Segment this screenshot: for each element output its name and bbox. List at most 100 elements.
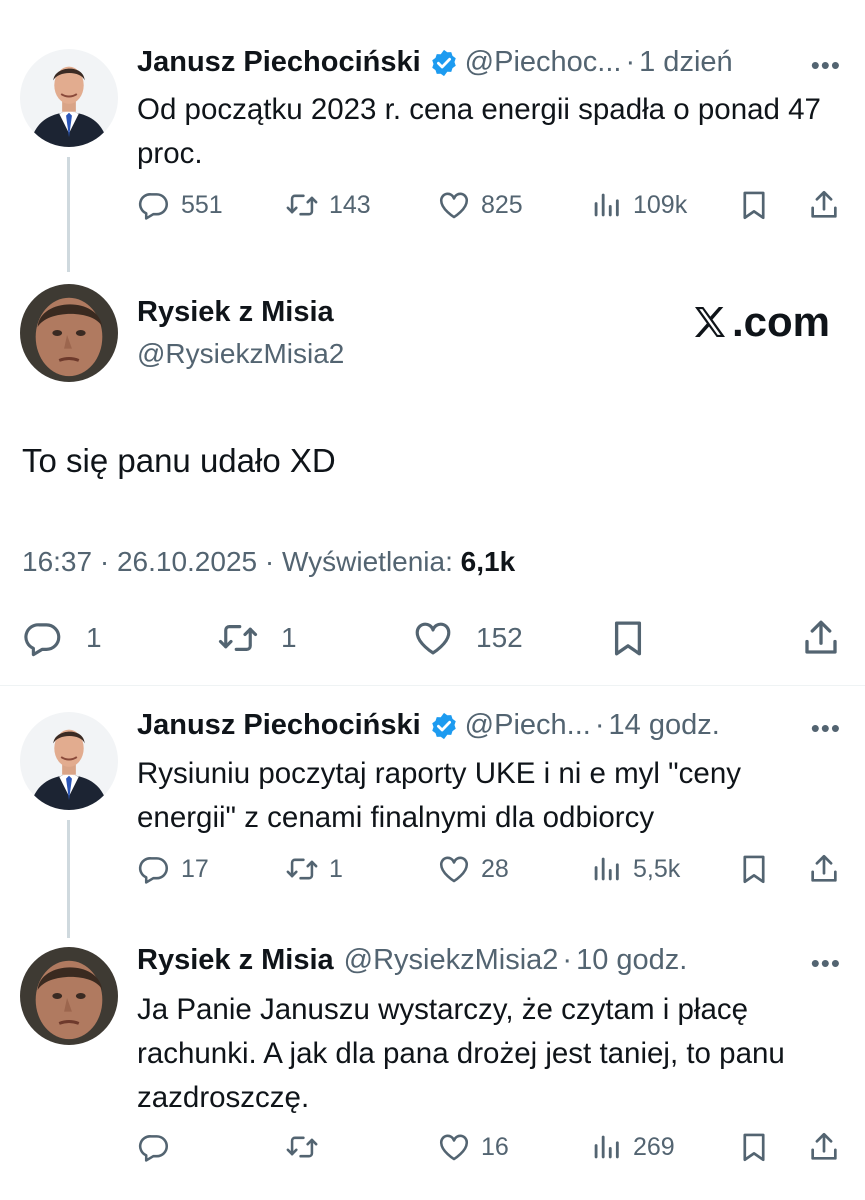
views-button[interactable]: 5,5k bbox=[589, 852, 680, 886]
author-handle[interactable]: @Piech... bbox=[465, 709, 591, 742]
thread-line bbox=[67, 157, 70, 272]
author-handle[interactable]: @Piechoc... bbox=[465, 46, 622, 79]
views-icon bbox=[589, 852, 623, 886]
more-icon[interactable]: ••• bbox=[811, 948, 841, 979]
retweet-button[interactable]: 1 bbox=[217, 617, 297, 659]
retweet-button[interactable]: 143 bbox=[285, 188, 371, 222]
tweet-time[interactable]: 14 godz. bbox=[609, 709, 720, 742]
author-name[interactable]: Rysiek z Misia bbox=[137, 296, 334, 329]
views-count: 6,1k bbox=[460, 546, 516, 577]
reply-count: 17 bbox=[181, 854, 209, 883]
bookmark-icon bbox=[737, 852, 771, 886]
retweet-icon bbox=[285, 188, 319, 222]
like-count: 28 bbox=[481, 854, 509, 883]
tweet-text: Od początku 2023 r. cena energii spadła … bbox=[137, 93, 821, 170]
reply-button[interactable]: 1 bbox=[22, 617, 102, 659]
views-icon bbox=[589, 188, 623, 222]
retweet-icon bbox=[217, 617, 259, 659]
author-name[interactable]: Janusz Piechociński bbox=[137, 709, 421, 742]
reply-button[interactable] bbox=[137, 1130, 181, 1164]
watermark-text: .com bbox=[732, 298, 831, 345]
share-button[interactable] bbox=[807, 188, 851, 222]
share-button[interactable] bbox=[807, 1130, 851, 1164]
like-icon bbox=[437, 188, 471, 222]
reply-icon bbox=[137, 188, 171, 222]
x-logo-icon bbox=[690, 302, 730, 342]
share-icon bbox=[807, 852, 841, 886]
bookmark-button[interactable] bbox=[607, 617, 671, 659]
retweet-icon bbox=[285, 1130, 319, 1164]
tweet-header: Janusz Piechociński @Piech... · 14 godz. bbox=[137, 709, 720, 742]
like-button[interactable]: 825 bbox=[437, 188, 523, 222]
tweet-text: Rysiuniu poczytaj raporty UKE i ni e myl… bbox=[137, 757, 741, 834]
tweet-text: To się panu udało XD bbox=[22, 442, 336, 479]
retweet-count: 1 bbox=[281, 622, 297, 653]
like-button[interactable]: 152 bbox=[412, 617, 523, 659]
verified-badge-icon bbox=[429, 711, 459, 741]
timestamp[interactable]: 16:37 · 26.10.2025 · Wyświetlenia: bbox=[22, 546, 453, 577]
tweet-actions: 1 1 152 bbox=[22, 617, 844, 663]
tweet-header: Janusz Piechociński @Piechoc... · 1 dzie… bbox=[137, 46, 733, 79]
retweet-count: 1 bbox=[329, 854, 343, 883]
verified-badge-icon bbox=[429, 48, 459, 78]
retweet-button[interactable]: 1 bbox=[285, 852, 343, 886]
share-icon bbox=[807, 1130, 841, 1164]
bookmark-button[interactable] bbox=[737, 1130, 781, 1164]
bookmark-icon bbox=[607, 617, 649, 659]
separator: · bbox=[625, 46, 636, 78]
share-button[interactable] bbox=[800, 617, 864, 659]
reply-icon bbox=[22, 617, 64, 659]
views-count: 109k bbox=[633, 190, 688, 219]
avatar[interactable] bbox=[20, 284, 118, 382]
bookmark-button[interactable] bbox=[737, 852, 781, 886]
like-count: 825 bbox=[481, 190, 523, 219]
avatar[interactable] bbox=[20, 712, 118, 810]
share-icon bbox=[807, 188, 841, 222]
more-icon[interactable]: ••• bbox=[811, 50, 841, 81]
thread-line bbox=[67, 820, 70, 938]
like-icon bbox=[437, 1130, 471, 1164]
like-count: 16 bbox=[481, 1132, 509, 1161]
tweet-actions: 16 269 bbox=[137, 1130, 842, 1170]
divider bbox=[0, 685, 865, 686]
reply-button[interactable]: 551 bbox=[137, 188, 223, 222]
tweet-text: Ja Panie Januszu wystarczy, że czytam i … bbox=[137, 993, 785, 1114]
reply-icon bbox=[137, 1130, 171, 1164]
like-icon bbox=[437, 852, 471, 886]
tweet-actions: 17 1 28 5,5k bbox=[137, 852, 842, 892]
separator: · bbox=[562, 944, 573, 976]
avatar[interactable] bbox=[20, 49, 118, 147]
watermark: .com bbox=[690, 298, 830, 346]
share-button[interactable] bbox=[807, 852, 851, 886]
retweet-count: 143 bbox=[329, 190, 371, 219]
views-count: 269 bbox=[633, 1132, 675, 1161]
tweet-actions: 551 143 825 109k bbox=[137, 188, 842, 228]
views-button[interactable]: 109k bbox=[589, 188, 687, 222]
author-name[interactable]: Rysiek z Misia bbox=[137, 944, 334, 977]
tweet-meta: 16:37 · 26.10.2025 · Wyświetlenia: 6,1k bbox=[22, 546, 515, 578]
separator: · bbox=[594, 709, 605, 741]
reply-count: 1 bbox=[86, 622, 102, 653]
views-button[interactable]: 269 bbox=[589, 1130, 675, 1164]
retweet-button[interactable] bbox=[285, 1130, 329, 1164]
retweet-icon bbox=[285, 852, 319, 886]
avatar[interactable] bbox=[20, 947, 118, 1045]
bookmark-icon bbox=[737, 188, 771, 222]
views-icon bbox=[589, 1130, 623, 1164]
like-count: 152 bbox=[476, 622, 523, 653]
tweet-time[interactable]: 10 godz. bbox=[576, 944, 687, 977]
reply-icon bbox=[137, 852, 171, 886]
reply-button[interactable]: 17 bbox=[137, 852, 209, 886]
share-icon bbox=[800, 617, 842, 659]
author-name[interactable]: Janusz Piechociński bbox=[137, 46, 421, 79]
tweet-time[interactable]: 1 dzień bbox=[639, 46, 733, 79]
more-icon[interactable]: ••• bbox=[811, 713, 841, 744]
views-count: 5,5k bbox=[633, 854, 681, 883]
author-handle[interactable]: @RysiekzMisia2 bbox=[137, 338, 344, 370]
like-icon bbox=[412, 617, 454, 659]
tweet-header: Rysiek z Misia @RysiekzMisia2 · 10 godz. bbox=[137, 944, 687, 977]
author-handle[interactable]: @RysiekzMisia2 bbox=[344, 944, 559, 977]
bookmark-button[interactable] bbox=[737, 188, 781, 222]
like-button[interactable]: 16 bbox=[437, 1130, 509, 1164]
like-button[interactable]: 28 bbox=[437, 852, 509, 886]
